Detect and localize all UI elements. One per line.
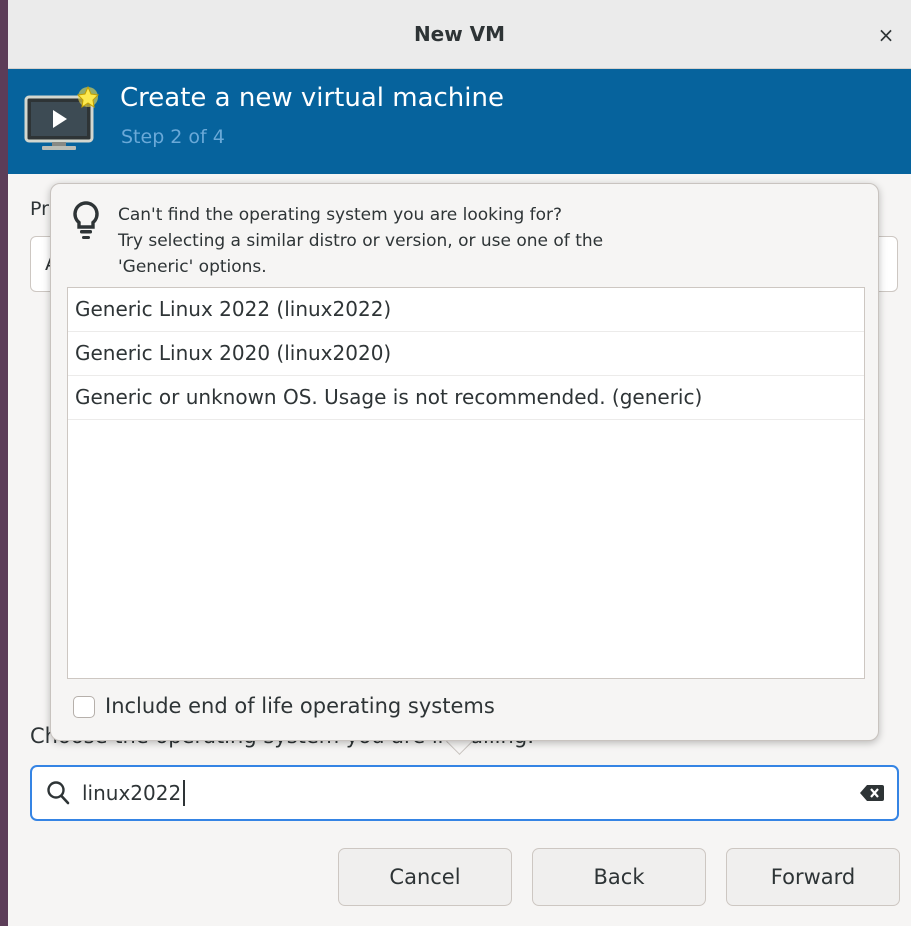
new-vm-window: New VM × Create a new virtual machine St…	[8, 0, 911, 926]
wizard-step: Step 2 of 4	[121, 126, 225, 148]
hint-line: Can't find the operating system you are …	[118, 205, 563, 225]
wizard-title: Create a new virtual machine	[120, 83, 504, 113]
os-source-label: Pr	[30, 198, 49, 220]
os-list-item[interactable]: Generic Linux 2020 (linux2020)	[68, 332, 864, 376]
os-list-item[interactable]: Generic or unknown OS. Usage is not reco…	[68, 376, 864, 420]
os-picker-popover: Can't find the operating system you are …	[50, 183, 879, 741]
os-list[interactable]: Generic Linux 2022 (linux2022) Generic L…	[67, 287, 865, 679]
hint-line: 'Generic' options.	[118, 257, 267, 277]
wizard-banner: Create a new virtual machine Step 2 of 4	[8, 69, 911, 174]
eol-checkbox-label[interactable]: Include end of life operating systems	[105, 694, 495, 718]
search-icon	[47, 781, 70, 805]
close-button[interactable]: ×	[871, 20, 901, 50]
back-button[interactable]: Back	[532, 848, 706, 906]
os-search-value: linux2022	[82, 780, 186, 806]
vm-monitor-star-icon	[24, 85, 100, 150]
os-search-input[interactable]: linux2022	[30, 765, 899, 821]
eol-checkbox[interactable]	[73, 696, 95, 718]
os-hint-text: Can't find the operating system you are …	[118, 202, 603, 280]
window-title: New VM	[413, 22, 506, 46]
cancel-button[interactable]: Cancel	[338, 848, 512, 906]
forward-button[interactable]: Forward	[726, 848, 900, 906]
os-list-item[interactable]: Generic Linux 2022 (linux2022)	[68, 288, 864, 332]
titlebar: New VM ×	[8, 0, 911, 69]
hint-line: Try selecting a similar distro or versio…	[118, 231, 604, 251]
lightbulb-icon	[73, 201, 99, 239]
clear-text-icon[interactable]	[859, 783, 885, 803]
